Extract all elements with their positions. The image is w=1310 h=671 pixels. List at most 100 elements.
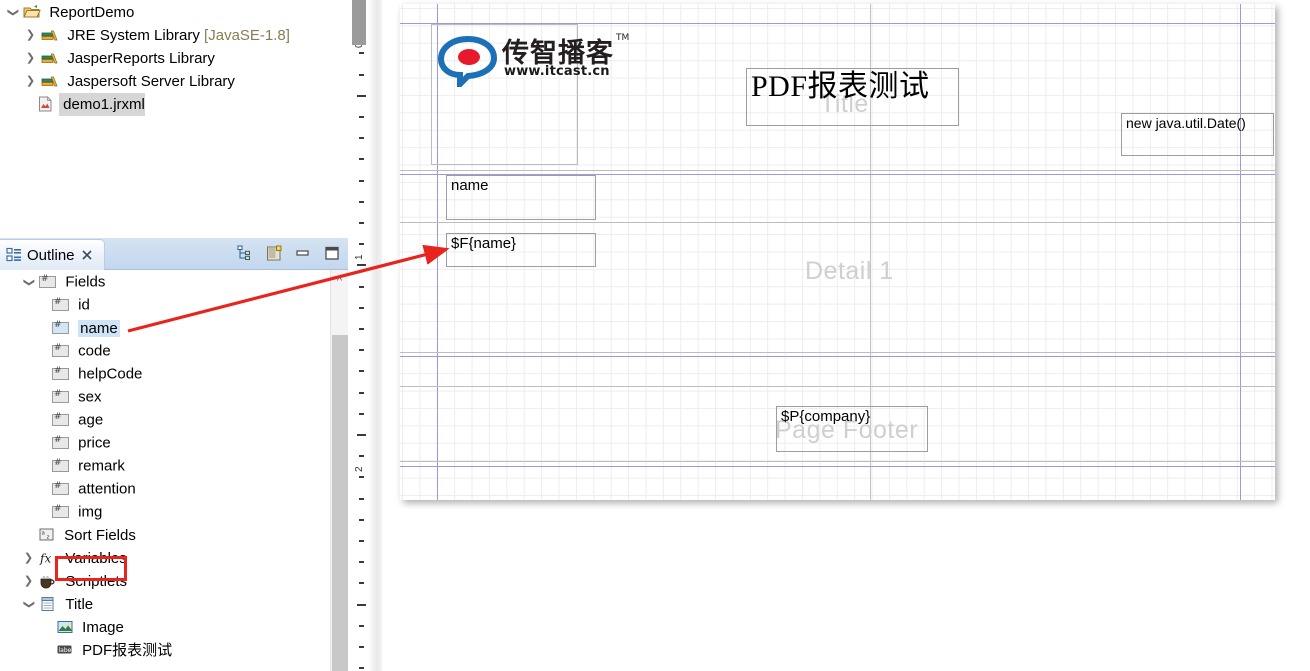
outline-item-remark[interactable]: remark <box>0 454 330 477</box>
company-text-field-element[interactable]: $P{company} <box>776 406 928 452</box>
date-expression-text: new java.util.Date() <box>1126 115 1246 131</box>
ruler-tick-minor <box>359 561 364 563</box>
itcast-swirl-logo <box>438 35 500 87</box>
close-icon[interactable] <box>80 248 94 262</box>
tree-item-jaspersoft-server-library[interactable]: Jaspersoft Server Library <box>0 69 348 92</box>
logo-trademark-text: TM <box>616 33 629 43</box>
outline-item-name[interactable]: name <box>0 316 330 339</box>
itcast-logo: 传智播客 TM www.itcast.cn <box>438 33 588 91</box>
outline-item-label: id <box>78 297 90 314</box>
twisty-open-icon[interactable] <box>22 593 35 616</box>
link-with-editor-icon[interactable] <box>235 243 255 263</box>
logo-image-element[interactable]: 传智播客 TM www.itcast.cn <box>431 24 578 165</box>
twisty-collapsed-icon[interactable] <box>24 47 37 70</box>
outline-item-label: Sort Fields <box>60 527 136 544</box>
field-group-icon <box>39 276 56 288</box>
tree-item-label: ReportDemo <box>45 1 134 24</box>
outline-view: Outline <box>0 238 348 671</box>
scriptlets-icon <box>39 573 57 589</box>
name-text-field-element[interactable]: $F{name} <box>446 233 596 267</box>
outline-item-variables[interactable]: fx Variables <box>0 546 330 569</box>
outline-item-label: Title <box>61 596 93 613</box>
tree-item-reportdemo[interactable]: ReportDemo <box>0 0 348 23</box>
ruler-shade <box>368 0 382 671</box>
report-editor: 012 Title Detail 1 <box>348 0 1310 671</box>
outline-item-id[interactable]: id <box>0 293 330 316</box>
scrollbar-thumb[interactable] <box>332 335 348 671</box>
jaspersoft-studio-window: ReportDemo JRE System Library [JavaSE-1.… <box>0 0 1310 671</box>
chevron-up-icon[interactable]: ^ <box>331 270 348 292</box>
band-label-detail-1: Detail 1 <box>805 257 894 286</box>
band-line-footer-bottom <box>400 461 1275 462</box>
outline-item-fields[interactable]: Fields <box>0 270 330 293</box>
field-icon <box>52 299 69 311</box>
outline-item-label: age <box>78 412 103 429</box>
tree-item-label: JRE System Library <box>67 27 200 44</box>
ruler-tick-minor <box>359 116 364 118</box>
minimize-icon[interactable] <box>293 243 313 263</box>
tab-outline[interactable]: Outline <box>0 239 105 270</box>
outline-toolbar <box>235 243 342 263</box>
tree-item-jasperreports-library[interactable]: JasperReports Library <box>0 46 348 69</box>
ruler-tick-minor <box>359 392 364 394</box>
twisty-collapsed-icon[interactable] <box>24 24 37 47</box>
static-text-icon: label <box>57 644 74 656</box>
ruler-tick-minor <box>359 328 364 330</box>
outline-item-sex[interactable]: sex <box>0 385 330 408</box>
ruler-tick-minor <box>359 180 364 182</box>
outline-item-code[interactable]: code <box>0 339 330 362</box>
ruler-tick-major <box>357 264 366 266</box>
field-icon <box>52 322 69 334</box>
variables-icon: fx <box>39 550 57 566</box>
field-icon <box>52 460 69 472</box>
band-separator-footer <box>400 466 1275 467</box>
field-icon <box>52 437 69 449</box>
ruler-tick-minor <box>359 455 364 457</box>
outline-item-label: Scriptlets <box>61 573 127 590</box>
outline-item-img[interactable]: img <box>0 500 330 523</box>
tree-item-demo1-jrxml[interactable]: demo1.jrxml <box>0 92 348 115</box>
outline-item-static-text[interactable]: label PDF报表测试 <box>0 638 330 661</box>
outline-item-label: name <box>78 320 120 337</box>
date-text-field-element[interactable]: new java.util.Date() <box>1121 113 1274 156</box>
outline-item-label: remark <box>78 458 125 475</box>
report-design-canvas[interactable]: Title Detail 1 Page Footer 传智播客 TM www.i… <box>400 4 1275 500</box>
name-header-static-text-element[interactable]: name <box>446 175 596 220</box>
ruler-tick-minor <box>359 52 364 54</box>
ruler-tick-minor <box>359 222 364 224</box>
library-icon <box>41 73 59 89</box>
outline-item-title-band[interactable]: Title <box>0 592 330 615</box>
twisty-collapsed-icon[interactable] <box>22 547 35 570</box>
outline-item-age[interactable]: age <box>0 408 330 431</box>
outline-item-attention[interactable]: attention <box>0 477 330 500</box>
tree-item-jre-system-library[interactable]: JRE System Library [JavaSE-1.8] <box>0 23 348 46</box>
outline-item-label: code <box>78 343 111 360</box>
band-line-detail-bottom <box>400 352 1275 353</box>
twisty-collapsed-icon[interactable] <box>24 70 37 93</box>
jrxml-file-icon <box>37 96 55 112</box>
maximize-icon[interactable] <box>322 243 342 263</box>
outline-item-scriptlets[interactable]: Scriptlets <box>0 569 330 592</box>
ruler-tick-major <box>357 95 366 97</box>
field-icon <box>52 345 69 357</box>
outline-item-label: img <box>78 504 102 521</box>
editor-vertical-scrollbar-thumb[interactable] <box>352 0 366 45</box>
twisty-collapsed-icon[interactable] <box>22 570 35 593</box>
ruler-tick-minor <box>359 540 364 542</box>
outline-item-label: sex <box>78 389 101 406</box>
name-field-expression-text: $F{name} <box>451 235 516 252</box>
view-menu-icon[interactable] <box>264 243 284 263</box>
twisty-open-icon[interactable] <box>22 271 35 294</box>
outline-item-price[interactable]: price <box>0 431 330 454</box>
ruler-tick-major <box>357 604 366 606</box>
tree-item-label: JasperReports Library <box>63 47 215 70</box>
outline-item-sort-fields[interactable]: a z Sort Fields <box>0 523 330 546</box>
outline-item-label: helpCode <box>78 366 142 383</box>
outline-item-image-element[interactable]: Image <box>0 615 330 638</box>
field-icon <box>52 483 69 495</box>
svg-text:z: z <box>47 535 50 541</box>
twisty-open-icon[interactable] <box>6 1 19 24</box>
outline-item-helpcode[interactable]: helpCode <box>0 362 330 385</box>
title-static-text-element[interactable]: PDF报表测试 <box>746 68 959 126</box>
outline-scrollbar[interactable]: ^ <box>330 270 348 671</box>
